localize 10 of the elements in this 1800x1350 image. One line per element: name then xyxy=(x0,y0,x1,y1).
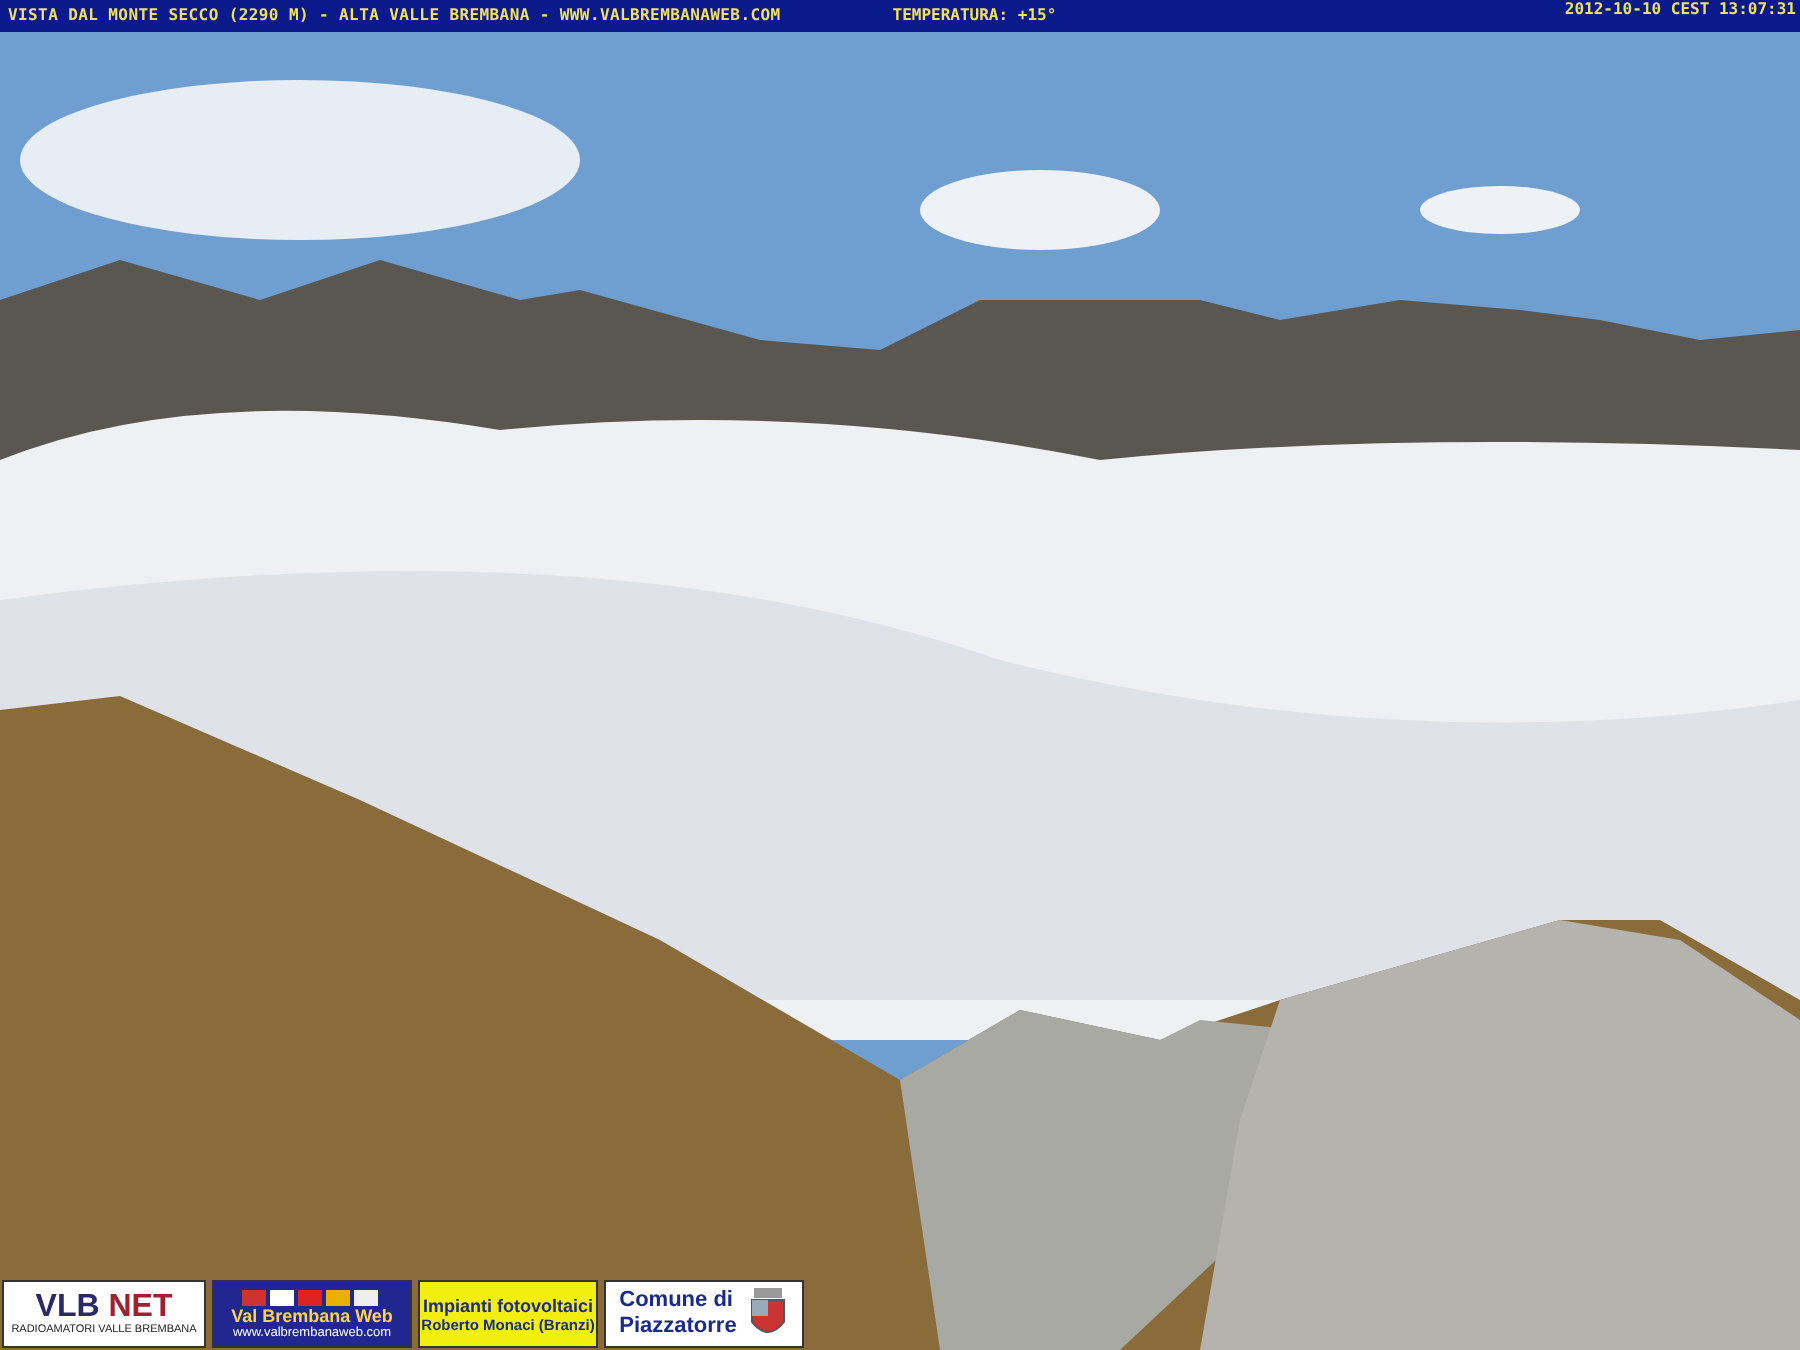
temperature-reading: TEMPERATURA: +15° xyxy=(892,6,1057,24)
caption: VISTA DAL MONTE SECCO (2290 M) - ALTA VALLE BREMBANA - WWW.VALBREMBANAWEB.COM xyxy=(8,6,781,24)
logo-text: NET xyxy=(108,1290,173,1324)
logo-text: Comune di xyxy=(619,1288,735,1314)
logo-text: Impianti fotovoltaici xyxy=(422,1295,593,1315)
logo-text: VLB xyxy=(35,1290,100,1324)
logo-text: Val Brembana Web xyxy=(231,1305,393,1325)
timestamp: 2012-10-10 CEST 13:07:31 xyxy=(1564,0,1796,18)
flags-icon xyxy=(242,1289,382,1305)
logo-text: Piazzatorre xyxy=(619,1314,737,1340)
